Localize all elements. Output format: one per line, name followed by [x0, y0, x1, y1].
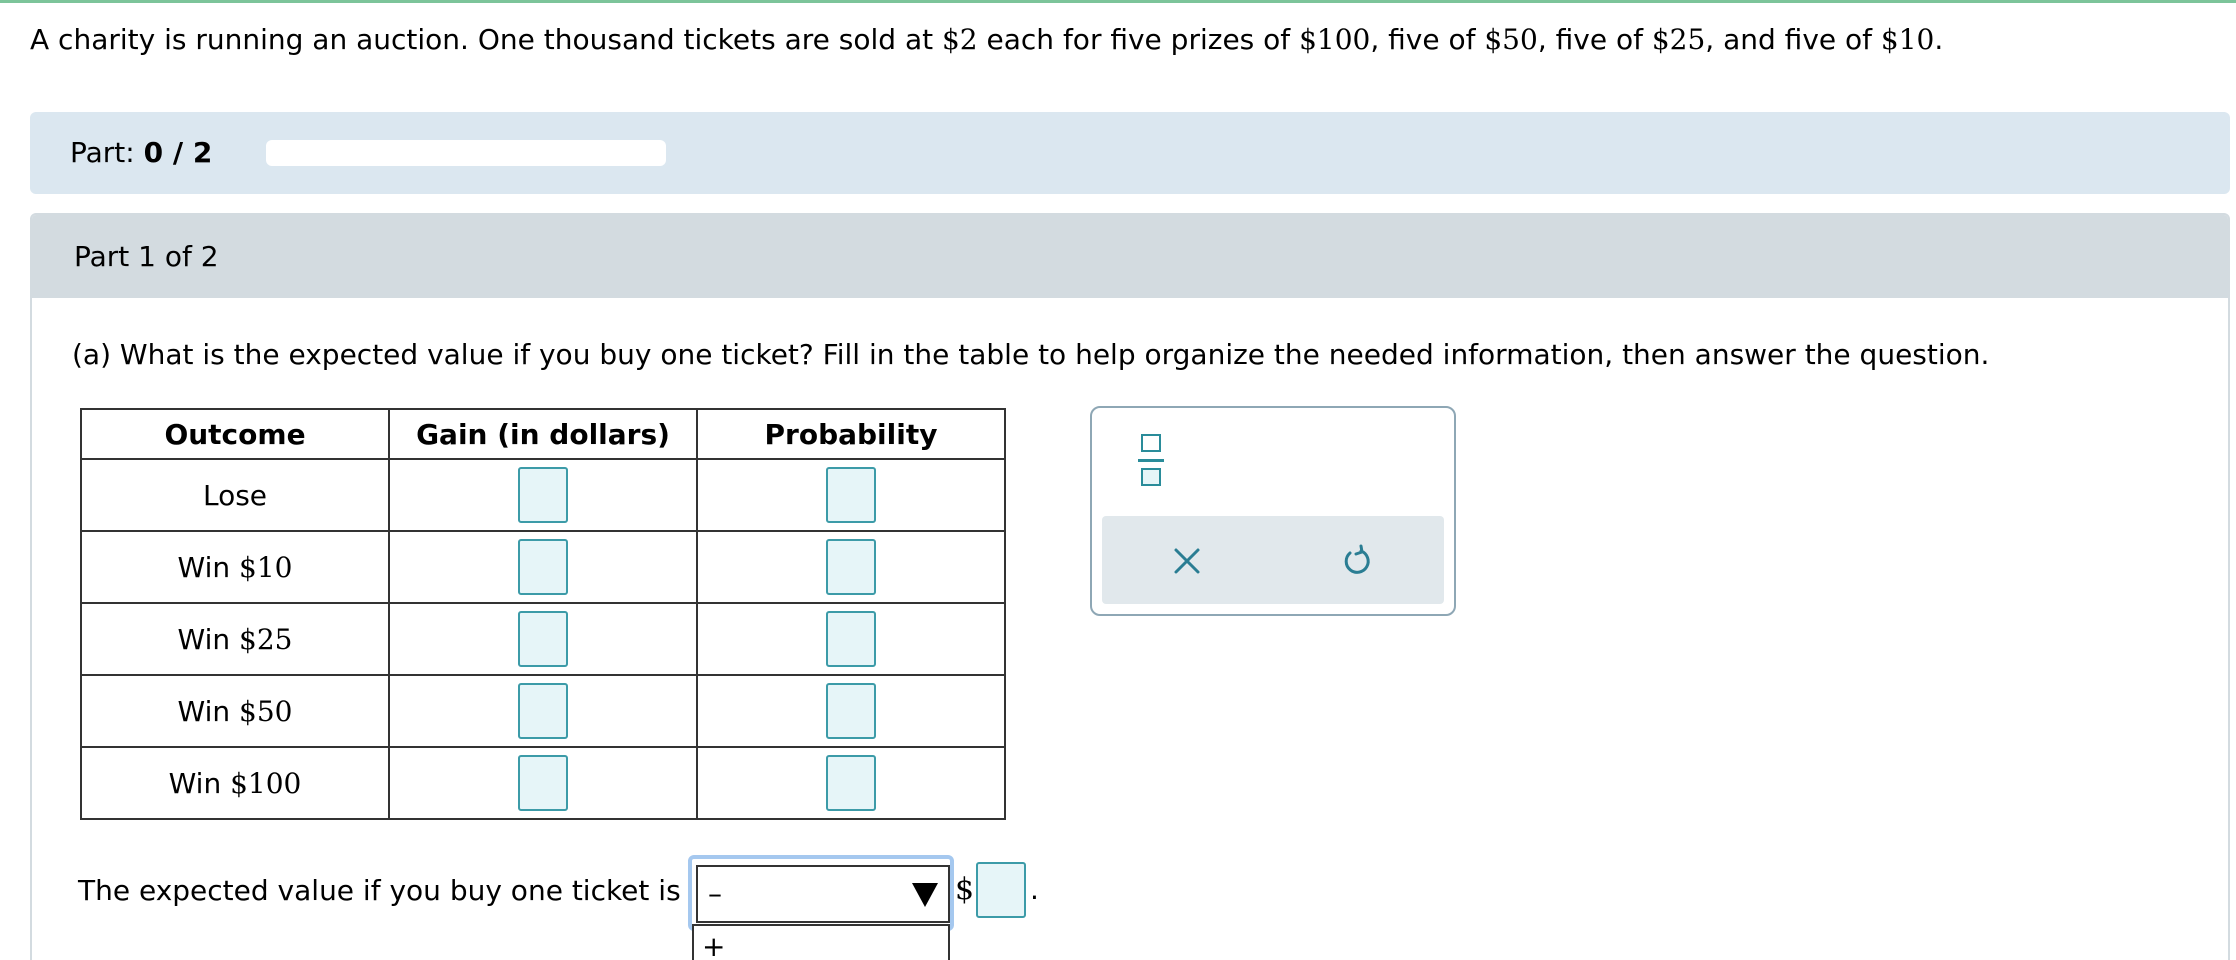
probability-cell	[696, 530, 1006, 604]
outcome-cell: Win $50	[80, 674, 390, 748]
header-gain: Gain (in dollars)	[388, 408, 698, 460]
part-card: Part 1 of 2 (a) What is the expected val…	[30, 213, 2230, 960]
currency-symbol: $	[955, 872, 975, 907]
header-outcome: Outcome	[80, 408, 390, 460]
sign-option-plus[interactable]: +	[692, 924, 950, 960]
toolbox-actions	[1102, 516, 1444, 604]
gain-input-win-100[interactable]	[518, 755, 568, 811]
fraction-icon[interactable]	[1138, 434, 1164, 488]
gain-input-win-10[interactable]	[518, 539, 568, 595]
sign-select-focus-ring: –	[688, 855, 954, 931]
table-header-row: Outcome Gain (in dollars) Probability	[80, 408, 1006, 460]
gain-cell	[388, 674, 698, 748]
probability-input-win-25[interactable]	[826, 611, 876, 667]
probability-input-win-50[interactable]	[826, 683, 876, 739]
sentence-period: .	[1030, 873, 1039, 906]
table-row: Win $50	[80, 674, 1006, 748]
outcome-cell: Win $10	[80, 530, 390, 604]
probability-cell	[696, 458, 1006, 532]
table-row: Lose	[80, 458, 1006, 532]
problem-statement: A charity is running an auction. One tho…	[30, 23, 1944, 56]
probability-cell	[696, 602, 1006, 676]
header-probability: Probability	[696, 408, 1006, 460]
probability-input-win-10[interactable]	[826, 539, 876, 595]
probability-table: Outcome Gain (in dollars) Probability Lo…	[80, 408, 1006, 820]
part-title: Part 1 of 2	[74, 240, 219, 273]
answer-sentence: The expected value if you buy one ticket…	[78, 874, 681, 907]
gain-input-win-25[interactable]	[518, 611, 568, 667]
outcome-cell: Win $25	[80, 602, 390, 676]
part-progress-bar: Part: 0 / 2	[30, 112, 2230, 194]
table-row: Win $100	[80, 746, 1006, 820]
probability-cell	[696, 746, 1006, 820]
probability-cell	[696, 674, 1006, 748]
gain-cell	[388, 458, 698, 532]
gain-cell	[388, 530, 698, 604]
gain-input-win-50[interactable]	[518, 683, 568, 739]
top-accent-line	[0, 0, 2236, 3]
question-text: (a) What is the expected value if you bu…	[72, 338, 1990, 371]
part-counter: Part: 0 / 2	[70, 136, 213, 169]
sign-select[interactable]: –	[696, 865, 950, 923]
probability-input-lose[interactable]	[826, 467, 876, 523]
gain-cell	[388, 746, 698, 820]
math-toolbox	[1090, 406, 1456, 616]
gain-cell	[388, 602, 698, 676]
part-card-header: Part 1 of 2	[32, 215, 2228, 298]
progress-track	[266, 140, 666, 166]
table-row: Win $10	[80, 530, 1006, 604]
gain-input-lose[interactable]	[518, 467, 568, 523]
table-row: Win $25	[80, 602, 1006, 676]
outcome-cell: Win $100	[80, 746, 390, 820]
outcome-cell: Lose	[80, 458, 390, 532]
probability-input-win-100[interactable]	[826, 755, 876, 811]
expected-value-input[interactable]	[976, 862, 1026, 918]
dropdown-arrow-icon	[912, 883, 938, 907]
undo-icon[interactable]	[1332, 536, 1382, 586]
close-icon[interactable]	[1162, 536, 1212, 586]
sign-select-value: –	[708, 877, 722, 910]
